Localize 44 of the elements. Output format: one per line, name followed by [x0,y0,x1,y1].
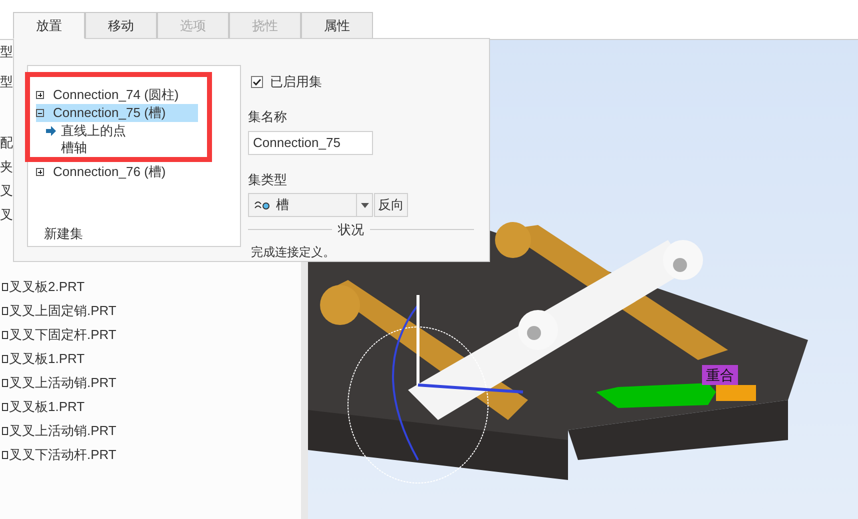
field-label: 集名称 [248,108,288,126]
section-title: 状况 [336,221,365,239]
tree-row[interactable]: Connection_75 (槽) [36,104,198,122]
part-icon [2,307,8,315]
tree-item[interactable]: 叉叉板2.PRT [0,275,301,299]
part-icon [2,283,8,291]
tree-item[interactable]: 叉叉上活动销.PRT [0,371,301,395]
tree-item[interactable]: 夹 [0,155,13,179]
tree-item[interactable]: 配 [0,131,13,155]
part-icon [2,379,8,387]
field-label: 集类型 [248,170,288,188]
callout-label: 重合 [702,365,738,385]
tree-item[interactable]: 叉 [0,203,13,227]
part-icon [2,427,8,435]
tree-row[interactable]: 槽轴 [46,139,87,156]
expand-icon[interactable] [36,91,44,99]
expand-icon[interactable] [36,168,44,176]
tree-item[interactable]: 叉叉下固定杆.PRT [0,323,301,347]
tree-text: 型 [0,74,13,90]
tree-item[interactable]: 叉叉上固定销.PRT [0,299,301,323]
checkbox[interactable] [251,76,263,88]
tab[interactable]: 移动 [85,12,157,39]
new-set-link[interactable]: 新建集 [44,224,83,244]
tab[interactable]: 属性 [301,12,373,39]
tree-row[interactable]: 直线上的点 [46,122,126,139]
tab[interactable]: 放置 [13,12,85,39]
part-icon [2,331,8,339]
input-field[interactable]: Connection_75 [248,130,373,154]
flip-button[interactable]: 反向 [374,193,408,217]
tree-item[interactable]: 叉 [0,179,13,203]
tree-row[interactable]: Connection_74 (圆柱) [36,86,198,104]
caret-icon [356,194,372,216]
tree-text: 型 [0,44,13,60]
tree-item[interactable]: 叉叉板1.PRT [0,347,301,371]
part-icon [2,355,8,363]
type-dropdown[interactable]: 槽 [248,193,373,217]
collapse-icon[interactable] [36,109,44,117]
tree-item[interactable]: 叉叉下活动杆.PRT [0,443,301,467]
part-icon [2,451,8,459]
tree-item[interactable]: 叉叉上活动销.PRT [0,419,301,443]
tree-row[interactable]: Connection_76 (槽) [36,163,198,181]
part-icon [2,403,8,411]
slot-icon [254,200,272,210]
tree-item[interactable]: 叉叉板1.PRT [0,395,301,419]
